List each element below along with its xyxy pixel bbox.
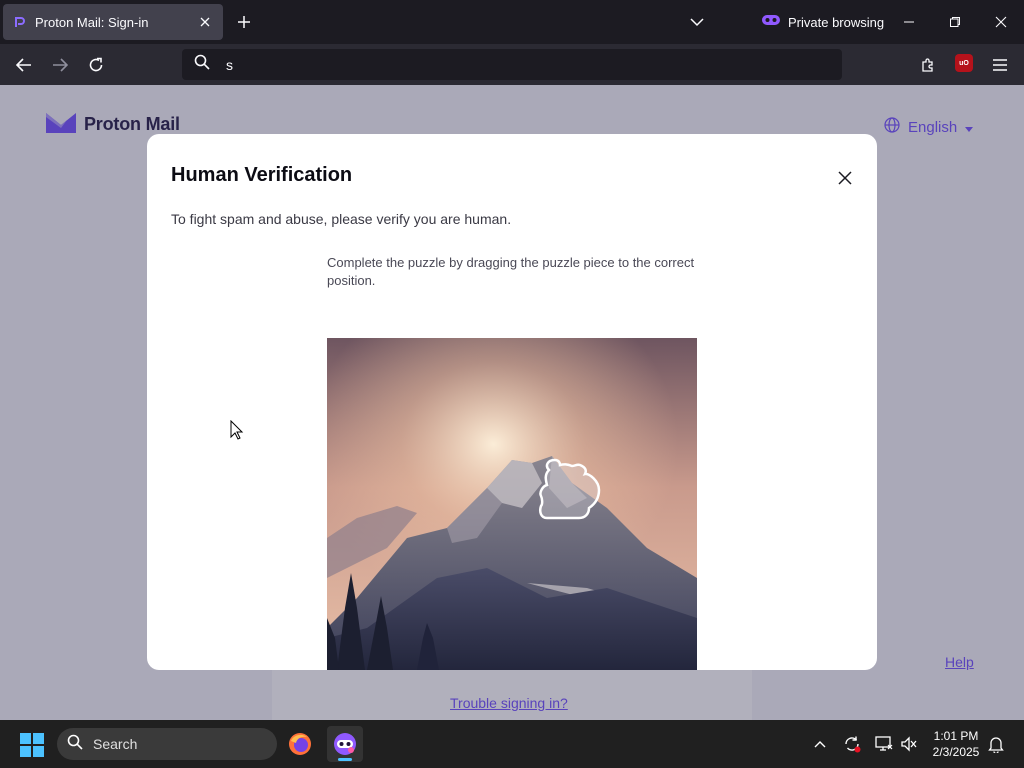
minimize-icon[interactable]: [897, 10, 921, 34]
close-tab-icon[interactable]: [195, 12, 215, 32]
search-icon: [194, 54, 210, 75]
address-bar[interactable]: s: [182, 49, 842, 80]
taskbar-clock[interactable]: 1:01 PM 2/3/2025: [926, 728, 986, 760]
sync-icon[interactable]: [840, 732, 864, 756]
taskbar-search-placeholder: Search: [93, 736, 138, 752]
forward-arrow-icon[interactable]: [47, 52, 73, 78]
close-window-icon[interactable]: [989, 10, 1013, 34]
firefox-icon[interactable]: [282, 726, 318, 762]
hamburger-menu-icon[interactable]: [987, 52, 1013, 78]
taskbar-search-box[interactable]: Search: [57, 728, 277, 760]
search-icon: [67, 734, 83, 755]
browser-tab[interactable]: Proton Mail: Sign-in: [3, 4, 223, 40]
tab-title: Proton Mail: Sign-in: [35, 14, 149, 30]
private-mask-icon: [762, 13, 780, 32]
volume-muted-icon[interactable]: [897, 732, 921, 756]
new-tab-icon[interactable]: [233, 11, 255, 33]
windows-start-icon[interactable]: [19, 732, 45, 758]
extensions-icon[interactable]: [915, 52, 941, 78]
browser-nav-bar: s uO: [0, 44, 1024, 85]
mouse-cursor-icon: [230, 419, 244, 440]
clock-date: 2/3/2025: [932, 745, 980, 759]
private-browsing-label: Private browsing: [788, 14, 885, 30]
chevron-down-icon[interactable]: [686, 11, 708, 33]
modal-subtitle: To fight spam and abuse, please verify y…: [171, 211, 512, 227]
address-bar-text: s: [226, 56, 233, 73]
clock-time: 1:01 PM: [933, 729, 979, 743]
notification-bell-icon[interactable]: [984, 732, 1008, 756]
modal-title: Human Verification: [171, 164, 353, 186]
firefox-private-window-icon[interactable]: [327, 726, 363, 762]
puzzle-instruction: Complete the puzzle by dragging the puzz…: [327, 255, 695, 288]
back-arrow-icon[interactable]: [11, 52, 37, 78]
show-hidden-icons-icon[interactable]: [808, 732, 832, 756]
restore-icon[interactable]: [943, 10, 967, 34]
ublock-origin-icon[interactable]: uO: [955, 54, 973, 72]
human-verification-modal: Human Verification To fight spam and abu…: [147, 134, 877, 670]
close-icon[interactable]: [833, 166, 857, 190]
private-browsing-indicator: Private browsing: [762, 12, 884, 32]
puzzle-image[interactable]: [327, 338, 697, 670]
network-icon[interactable]: [872, 732, 896, 756]
browser-tab-bar: Proton Mail: Sign-in Private browsing: [0, 0, 1024, 44]
active-app-indicator: [338, 758, 352, 761]
reload-icon[interactable]: [83, 52, 109, 78]
proton-favicon-icon: [13, 15, 27, 29]
windows-taskbar: Search 1:01 PM 2/3/2025: [0, 720, 1024, 768]
